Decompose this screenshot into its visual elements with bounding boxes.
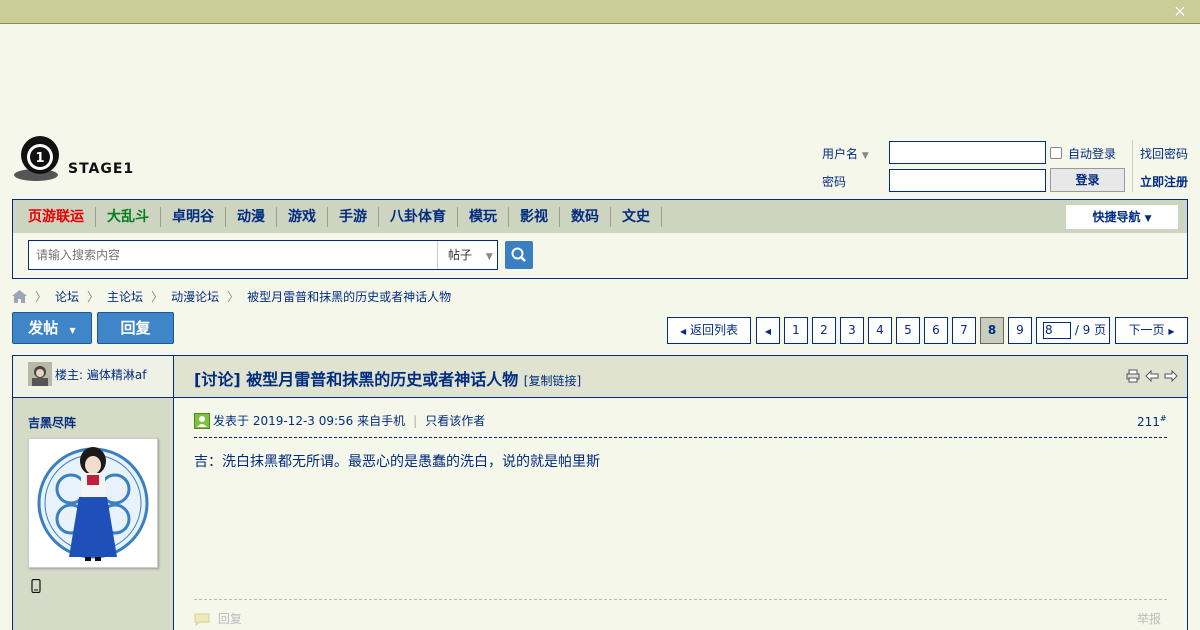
page-jump: 8 / 9 页 — [1036, 317, 1110, 344]
search-bar: 帖子 ▼ — [12, 233, 1188, 279]
report-link[interactable]: 举报 — [1137, 610, 1161, 627]
nav-item[interactable]: 影视 — [509, 206, 560, 227]
main-nav: 页游联运 大乱斗 卓明谷 动漫 游戏 手游 八卦体育 模玩 影视 数码 文史 快捷导航 ▼ — [12, 199, 1188, 234]
page-jump-input[interactable]: 8 — [1043, 322, 1071, 339]
back-to-list-button[interactable]: ◀ 返回列表 — [667, 317, 751, 344]
home-icon[interactable] — [12, 289, 27, 303]
page-total: / 9 页 — [1074, 323, 1107, 337]
page-link[interactable]: 3 — [840, 317, 864, 344]
footer-divider — [194, 599, 1167, 600]
nav-item[interactable]: 卓明谷 — [161, 206, 226, 227]
password-input[interactable] — [889, 169, 1046, 192]
page-link[interactable]: 8 — [980, 317, 1004, 344]
username-label[interactable]: 用户名 ▼ — [822, 145, 869, 162]
chevron-left-icon: ◀ — [764, 327, 772, 336]
search-type-select[interactable]: 帖子 ▼ — [437, 241, 497, 269]
post-content: 吉：洗白抹黑都无所谓。最恶心的是愚蠢的洗白，说的就是帕里斯 — [194, 454, 600, 470]
copy-link[interactable]: [复制链接] — [524, 374, 581, 388]
breadcrumb-item[interactable]: 动漫论坛 — [171, 288, 219, 305]
search-button[interactable] — [505, 241, 533, 269]
page-link[interactable]: 6 — [924, 317, 948, 344]
auto-login-checkbox[interactable] — [1050, 147, 1062, 159]
chevron-down-icon: ▼ — [1144, 214, 1152, 224]
post-date: 发表于 2019-12-3 09:56 来自手机 — [213, 414, 406, 428]
page-link[interactable]: 7 — [952, 317, 976, 344]
breadcrumb: 〉 论坛 〉 主论坛 〉 动漫论坛 〉 被型月雷普和抹黑的历史或者神话人物 — [12, 287, 451, 305]
author-sidebar: 楼主: 遍体精淋af 吉黑尽阵 — [13, 356, 174, 630]
meta-divider — [194, 437, 1167, 438]
chevron-down-icon: ▼ — [69, 326, 76, 335]
meta-separator: | — [413, 413, 418, 428]
author-name[interactable]: 吉黑尽阵 — [28, 414, 76, 431]
nav-item[interactable]: 文史 — [611, 206, 662, 227]
nav-item[interactable]: 手游 — [328, 206, 379, 227]
breadcrumb-separator: 〉 — [35, 289, 48, 304]
register-link[interactable]: 立即注册 — [1140, 173, 1188, 190]
nav-item[interactable]: 动漫 — [226, 206, 277, 227]
post-meta: 发表于 2019-12-3 09:56 来自手机 | 只看该作者 — [194, 412, 485, 429]
svg-text:1: 1 — [35, 151, 44, 166]
breadcrumb-item[interactable]: 论坛 — [55, 288, 79, 305]
chevron-right-icon: ▶ — [1168, 327, 1175, 336]
nav-item[interactable]: 八卦体育 — [379, 206, 458, 227]
nav-item[interactable]: 页游联运 — [17, 206, 96, 227]
chevron-down-icon: ▼ — [861, 151, 869, 161]
prev-thread-icon[interactable] — [1145, 369, 1159, 383]
logo-disc-icon: 1 — [14, 136, 59, 181]
nav-item[interactable]: 游戏 — [277, 206, 328, 227]
post-reply-link[interactable]: 回复 — [194, 610, 242, 627]
page-link[interactable]: 4 — [868, 317, 892, 344]
top-banner-bar: ✕ — [0, 0, 1200, 24]
new-post-button[interactable]: 发帖 ▼ — [12, 312, 92, 344]
breadcrumb-separator: 〉 — [151, 289, 164, 304]
op-avatar-icon[interactable] — [28, 362, 52, 386]
username-input[interactable] — [889, 141, 1046, 164]
nav-item[interactable]: 模玩 — [458, 206, 509, 227]
breadcrumb-separator: 〉 — [227, 289, 240, 304]
mobile-icon — [31, 579, 41, 593]
post-container: 楼主: 遍体精淋af 吉黑尽阵 [讨论] 被型月雷普和抹黑的历史或者神话人物 [… — [12, 355, 1188, 630]
op-label[interactable]: 楼主: 遍体精淋af — [55, 366, 146, 383]
next-page-button[interactable]: 下一页 ▶ — [1115, 317, 1188, 344]
chevron-down-icon: ▼ — [485, 252, 493, 262]
poster-online-icon — [194, 412, 210, 429]
reply-button[interactable]: 回复 — [97, 312, 174, 344]
breadcrumb-separator: 〉 — [87, 289, 100, 304]
op-bar: 楼主: 遍体精淋af — [13, 356, 173, 398]
prev-page-button[interactable]: ◀ — [756, 317, 780, 344]
login-panel: 用户名 ▼ 自动登录 找回密码 密码 登录 立即注册 — [820, 140, 1190, 196]
post-header: [讨论] 被型月雷普和抹黑的历史或者神话人物 [复制链接] — [174, 356, 1187, 398]
login-button[interactable]: 登录 — [1050, 168, 1125, 192]
next-thread-icon[interactable] — [1164, 369, 1178, 383]
find-password-link[interactable]: 找回密码 — [1140, 145, 1188, 162]
author-avatar[interactable] — [28, 438, 158, 568]
reply-bubble-icon — [194, 613, 210, 627]
chevron-left-icon: ◀ — [680, 327, 687, 336]
page-link[interactable]: 9 — [1008, 317, 1032, 344]
quick-nav-button[interactable]: 快捷导航 ▼ — [1066, 205, 1178, 229]
floor-number[interactable]: 211# — [1137, 414, 1167, 429]
password-label: 密码 — [822, 175, 847, 189]
page-link[interactable]: 2 — [812, 317, 836, 344]
nav-item[interactable]: 大乱斗 — [96, 206, 161, 227]
close-icon[interactable]: ✕ — [1172, 4, 1188, 20]
nav-item[interactable]: 数码 — [560, 206, 611, 227]
login-divider — [1132, 140, 1133, 192]
search-input[interactable] — [29, 241, 437, 269]
page-link[interactable]: 1 — [784, 317, 808, 344]
page-link[interactable]: 5 — [896, 317, 920, 344]
breadcrumb-item[interactable]: 主论坛 — [107, 288, 143, 305]
logo-text: STAGE1 — [68, 161, 135, 177]
thread-title: [讨论] 被型月雷普和抹黑的历史或者神话人物 [复制链接] — [194, 366, 581, 390]
thread-title-text: [讨论] 被型月雷普和抹黑的历史或者神话人物 — [194, 370, 519, 389]
breadcrumb-current[interactable]: 被型月雷普和抹黑的历史或者神话人物 — [247, 288, 451, 305]
search-icon — [511, 247, 526, 262]
only-author-link[interactable]: 只看该作者 — [425, 412, 485, 429]
auto-login-label: 自动登录 — [1068, 147, 1117, 161]
avatar-image — [37, 447, 149, 561]
search-box: 帖子 ▼ — [28, 240, 498, 270]
site-logo[interactable]: 1 STAGE1 — [12, 135, 142, 185]
print-icon[interactable] — [1126, 369, 1140, 383]
nav-list: 页游联运 大乱斗 卓明谷 动漫 游戏 手游 八卦体育 模玩 影视 数码 文史 — [13, 200, 1187, 233]
